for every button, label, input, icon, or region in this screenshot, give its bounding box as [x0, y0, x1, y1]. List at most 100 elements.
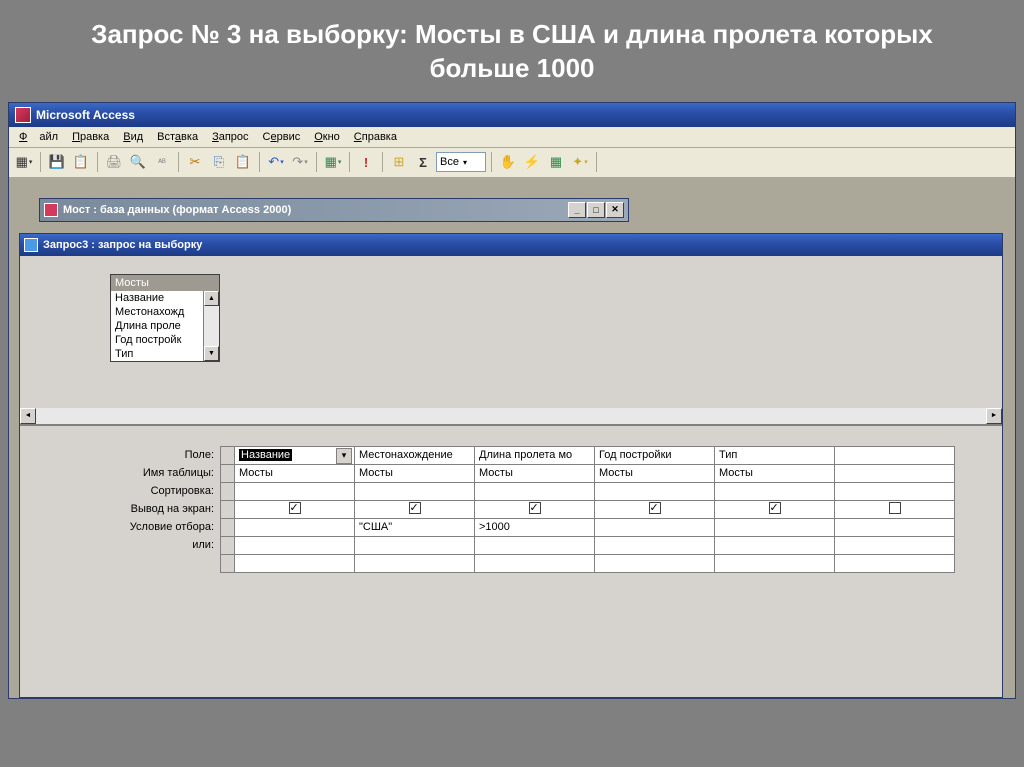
checkbox-icon[interactable]	[409, 502, 421, 514]
blank-cell[interactable]	[715, 554, 835, 572]
field-item[interactable]: Местонахожд	[111, 305, 203, 319]
sort-cell[interactable]	[595, 482, 715, 500]
row-selector[interactable]	[221, 446, 235, 464]
blank-cell[interactable]	[235, 554, 355, 572]
show-cell[interactable]	[475, 500, 595, 518]
scrollbar-vertical[interactable]: ▲ ▼	[203, 291, 219, 361]
sort-cell[interactable]	[715, 482, 835, 500]
dbwindow-button[interactable]: ▦	[545, 151, 567, 173]
checkbox-icon[interactable]	[889, 502, 901, 514]
menu-file[interactable]: Файл	[13, 129, 64, 145]
menu-tools[interactable]: Сервис	[257, 129, 307, 145]
close-button[interactable]: ✕	[606, 202, 624, 218]
menu-view[interactable]: Вид	[117, 129, 149, 145]
view-button[interactable]: ▦	[13, 151, 35, 173]
or-cell[interactable]	[835, 536, 955, 554]
cut-button[interactable]: ✂	[184, 151, 206, 173]
newobject-button[interactable]: ✦	[569, 151, 591, 173]
show-cell[interactable]	[595, 500, 715, 518]
run-button[interactable]: !	[355, 151, 377, 173]
table-fieldlist[interactable]: Мосты Название Местонахожд Длина проле Г…	[110, 274, 220, 362]
menu-edit[interactable]: Правка	[66, 129, 115, 145]
or-cell[interactable]	[715, 536, 835, 554]
query-design-window[interactable]: Запрос3 : запрос на выборку Мосты Назван…	[19, 233, 1003, 698]
totals-button[interactable]: Σ	[412, 151, 434, 173]
field-cell[interactable]: Тип	[715, 446, 835, 464]
table-cell[interactable]: Мосты	[475, 464, 595, 482]
spell-button[interactable]: ᴬᴮ	[151, 151, 173, 173]
or-cell[interactable]	[355, 536, 475, 554]
criteria-cell[interactable]: "США"	[355, 518, 475, 536]
menu-query[interactable]: Запрос	[206, 129, 254, 145]
scroll-up-icon[interactable]: ▲	[204, 291, 219, 306]
scroll-right-icon[interactable]: ►	[986, 408, 1002, 424]
preview-button[interactable]: 🔍	[127, 151, 149, 173]
show-cell[interactable]	[835, 500, 955, 518]
checkbox-icon[interactable]	[529, 502, 541, 514]
field-item[interactable]: Тип	[111, 347, 203, 361]
field-cell[interactable]: Год постройки	[595, 446, 715, 464]
field-item[interactable]: Длина проле	[111, 319, 203, 333]
table-name[interactable]: Мосты	[111, 274, 219, 291]
blank-cell[interactable]	[835, 554, 955, 572]
scroll-track[interactable]	[36, 408, 986, 424]
row-selector[interactable]	[221, 518, 235, 536]
design-grid-pane[interactable]: Поле: Имя таблицы: Сортировка: Вывод на …	[20, 426, 1002, 697]
criteria-cell[interactable]: >1000	[475, 518, 595, 536]
table-cell[interactable]	[835, 464, 955, 482]
menu-help[interactable]: Справка	[348, 129, 403, 145]
print-button[interactable]: 🖨	[103, 151, 125, 173]
minimize-button[interactable]: _	[568, 202, 586, 218]
row-selector[interactable]	[221, 464, 235, 482]
blank-cell[interactable]	[355, 554, 475, 572]
paste-button[interactable]: 📋	[232, 151, 254, 173]
scrollbar-horizontal[interactable]: ◄ ►	[20, 408, 1002, 424]
table-cell[interactable]: Мосты	[715, 464, 835, 482]
table-cell[interactable]: Мосты	[235, 464, 355, 482]
showtable-button[interactable]: ⊞	[388, 151, 410, 173]
design-grid[interactable]: Название Местонахождение Длина пролета м…	[220, 446, 955, 573]
row-selector[interactable]	[221, 482, 235, 500]
querytype-button[interactable]: ▦	[322, 151, 344, 173]
scroll-down-icon[interactable]: ▼	[204, 346, 219, 361]
database-window[interactable]: Мост : база данных (формат Access 2000) …	[39, 198, 629, 222]
field-cell[interactable]: Длина пролета мо	[475, 446, 595, 464]
field-cell[interactable]	[835, 446, 955, 464]
field-item[interactable]: Год постройк	[111, 333, 203, 347]
blank-cell[interactable]	[595, 554, 715, 572]
blank-cell[interactable]	[475, 554, 595, 572]
undo-button[interactable]: ↶	[265, 151, 287, 173]
row-selector[interactable]	[221, 500, 235, 518]
save-button[interactable]: 💾	[46, 151, 68, 173]
or-cell[interactable]	[235, 536, 355, 554]
menu-window[interactable]: Окно	[308, 129, 346, 145]
sort-cell[interactable]	[355, 482, 475, 500]
menu-insert[interactable]: Вставка	[151, 129, 204, 145]
field-cell[interactable]: Местонахождение	[355, 446, 475, 464]
db-titlebar[interactable]: Мост : база данных (формат Access 2000) …	[40, 199, 628, 221]
sort-cell[interactable]	[235, 482, 355, 500]
show-cell[interactable]	[235, 500, 355, 518]
criteria-cell[interactable]	[235, 518, 355, 536]
field-list[interactable]: Название Местонахожд Длина проле Год пос…	[111, 291, 203, 361]
field-item[interactable]: Название	[111, 291, 203, 305]
field-cell[interactable]: Название	[235, 446, 355, 464]
sort-cell[interactable]	[475, 482, 595, 500]
tables-pane[interactable]: Мосты Название Местонахожд Длина проле Г…	[20, 256, 1002, 426]
checkbox-icon[interactable]	[649, 502, 661, 514]
table-cell[interactable]: Мосты	[355, 464, 475, 482]
redo-button[interactable]: ↷	[289, 151, 311, 173]
or-cell[interactable]	[595, 536, 715, 554]
criteria-cell[interactable]	[835, 518, 955, 536]
row-selector[interactable]	[221, 536, 235, 554]
criteria-cell[interactable]	[595, 518, 715, 536]
checkbox-icon[interactable]	[289, 502, 301, 514]
properties-button[interactable]: ✋	[497, 151, 519, 173]
sort-cell[interactable]	[835, 482, 955, 500]
row-selector[interactable]	[221, 554, 235, 572]
scroll-left-icon[interactable]: ◄	[20, 408, 36, 424]
export-button[interactable]: 📋	[70, 151, 92, 173]
query-titlebar[interactable]: Запрос3 : запрос на выборку	[20, 234, 1002, 256]
table-cell[interactable]: Мосты	[595, 464, 715, 482]
show-cell[interactable]	[715, 500, 835, 518]
